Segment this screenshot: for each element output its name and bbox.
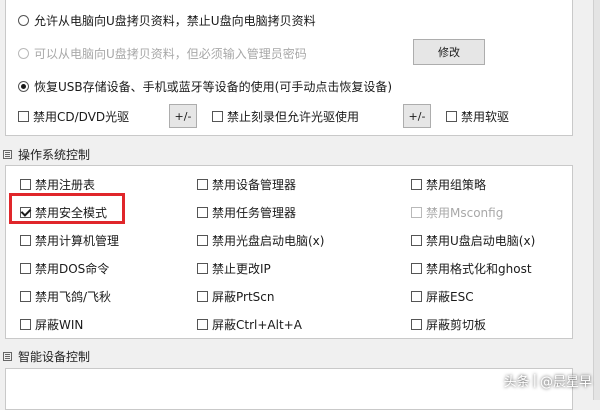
os-option-checkbox[interactable]: [197, 319, 208, 330]
os-option-label: 禁用计算机管理: [35, 234, 120, 248]
watermark-author: @晨星早: [539, 375, 592, 390]
os-option-label: 禁用注册表: [35, 178, 96, 192]
os-option-item[interactable]: 禁用组策略: [411, 176, 486, 193]
os-option-item[interactable]: 禁用光盘启动电脑(x): [197, 232, 324, 249]
os-option-label: 屏蔽Ctrl+Alt+A: [212, 318, 302, 332]
os-option-item[interactable]: 屏蔽ESC: [411, 288, 474, 305]
disable-cd-dvd-checkbox[interactable]: [18, 111, 29, 122]
usb-option-3-radio[interactable]: [18, 81, 29, 92]
os-option-item[interactable]: 屏蔽WIN: [20, 316, 83, 333]
os-option-label: 禁止更改IP: [212, 262, 271, 276]
modify-button[interactable]: 修改: [413, 39, 485, 65]
os-option-label: 禁用Msconfig: [426, 206, 504, 220]
os-option-item[interactable]: 禁用任务管理器: [197, 204, 296, 221]
os-option-label: 屏蔽剪切板: [426, 318, 487, 332]
os-option-checkbox[interactable]: [20, 319, 31, 330]
disable-floppy-checkbox[interactable]: [446, 111, 457, 122]
os-option-label: 禁用格式化和ghost: [426, 262, 532, 276]
os-option-label: 禁用飞鸽/飞秋: [35, 290, 112, 304]
section-icon: [3, 352, 12, 361]
usb-option-3-label: 恢复USB存储设备、手机或蓝牙等设备的使用(可手动点击恢复设备): [34, 80, 392, 94]
burn-allow-drive-checkbox[interactable]: [212, 111, 223, 122]
os-option-checkbox[interactable]: [197, 235, 208, 246]
os-option-label: 禁用组策略: [426, 178, 487, 192]
section-icon: [3, 150, 12, 159]
cd-plus-minus-button[interactable]: +/-: [169, 104, 197, 128]
smart-device-panel: [5, 368, 573, 410]
os-option-checkbox[interactable]: [197, 263, 208, 274]
usb-option-2-radio: [18, 48, 29, 59]
os-option-item[interactable]: 禁用计算机管理: [20, 232, 119, 249]
os-option-checkbox[interactable]: [197, 207, 208, 218]
os-option-checkbox[interactable]: [197, 291, 208, 302]
os-option-checkbox[interactable]: [411, 179, 422, 190]
watermark-brand: 头条: [503, 375, 530, 390]
vertical-scrollbar[interactable]: [593, 0, 600, 400]
os-option-item[interactable]: 禁用飞鸽/飞秋: [20, 288, 111, 305]
smart-device-title: 智能设备控制: [3, 348, 90, 365]
os-option-label: 禁用DOS命令: [35, 262, 110, 276]
disable-cd-dvd[interactable]: 禁用CD/DVD光驱: [18, 108, 129, 125]
os-option-checkbox: [411, 207, 422, 218]
os-option-item[interactable]: 禁用U盘启动电脑(x): [411, 232, 535, 249]
os-option-checkbox[interactable]: [411, 291, 422, 302]
usb-option-1[interactable]: 允许从电脑向U盘拷贝资料，禁止U盘向电脑拷贝资料: [18, 12, 316, 29]
os-option-item[interactable]: 禁止更改IP: [197, 260, 271, 277]
os-option-label: 屏蔽WIN: [35, 318, 84, 332]
os-option-label: 屏蔽PrtScn: [212, 290, 275, 304]
burn-plus-minus-button[interactable]: +/-: [403, 104, 431, 128]
os-option-item[interactable]: 禁用格式化和ghost: [411, 260, 532, 277]
usb-option-2: 可以从电脑向U盘拷贝资料，但必须输入管理员密码: [18, 45, 307, 62]
os-option-label: 禁用任务管理器: [212, 206, 297, 220]
os-option-checkbox[interactable]: [20, 263, 31, 274]
os-option-checkbox[interactable]: [20, 235, 31, 246]
os-option-checkbox[interactable]: [411, 319, 422, 330]
burn-allow-drive[interactable]: 禁止刻录但允许光驱使用: [212, 108, 359, 125]
disable-floppy-label: 禁用软驱: [461, 110, 510, 124]
highlight-box: [9, 193, 125, 224]
os-option-label: 屏蔽ESC: [426, 290, 474, 304]
os-option-item[interactable]: 屏蔽剪切板: [411, 316, 486, 333]
os-option-item[interactable]: 禁用注册表: [20, 176, 95, 193]
disable-floppy[interactable]: 禁用软驱: [446, 108, 509, 125]
os-option-item[interactable]: 禁用DOS命令: [20, 260, 109, 277]
usb-option-1-radio[interactable]: [18, 15, 29, 26]
os-option-checkbox[interactable]: [411, 263, 422, 274]
smart-device-title-text: 智能设备控制: [18, 350, 91, 364]
watermark-divider: |: [532, 373, 537, 388]
os-option-label: 禁用U盘启动电脑(x): [426, 234, 536, 248]
os-option-checkbox[interactable]: [20, 179, 31, 190]
os-control-title-text: 操作系统控制: [18, 148, 91, 162]
usb-option-1-label: 允许从电脑向U盘拷贝资料，禁止U盘向电脑拷贝资料: [34, 14, 316, 28]
os-option-label: 禁用设备管理器: [212, 178, 297, 192]
os-control-title: 操作系统控制: [3, 146, 90, 163]
usb-option-2-label: 可以从电脑向U盘拷贝资料，但必须输入管理员密码: [34, 47, 307, 61]
os-option-item: 禁用Msconfig: [411, 204, 503, 221]
os-option-item[interactable]: 禁用设备管理器: [197, 176, 296, 193]
os-option-checkbox[interactable]: [197, 179, 208, 190]
os-option-checkbox[interactable]: [411, 235, 422, 246]
burn-allow-drive-label: 禁止刻录但允许光驱使用: [227, 110, 360, 124]
watermark: 头条 | @晨星早: [504, 371, 592, 390]
usb-option-3[interactable]: 恢复USB存储设备、手机或蓝牙等设备的使用(可手动点击恢复设备): [18, 78, 392, 95]
disable-cd-dvd-label: 禁用CD/DVD光驱: [33, 110, 130, 124]
os-option-checkbox[interactable]: [20, 291, 31, 302]
os-option-item[interactable]: 屏蔽PrtScn: [197, 288, 275, 305]
os-option-label: 禁用光盘启动电脑(x): [212, 234, 325, 248]
os-option-item[interactable]: 屏蔽Ctrl+Alt+A: [197, 316, 302, 333]
